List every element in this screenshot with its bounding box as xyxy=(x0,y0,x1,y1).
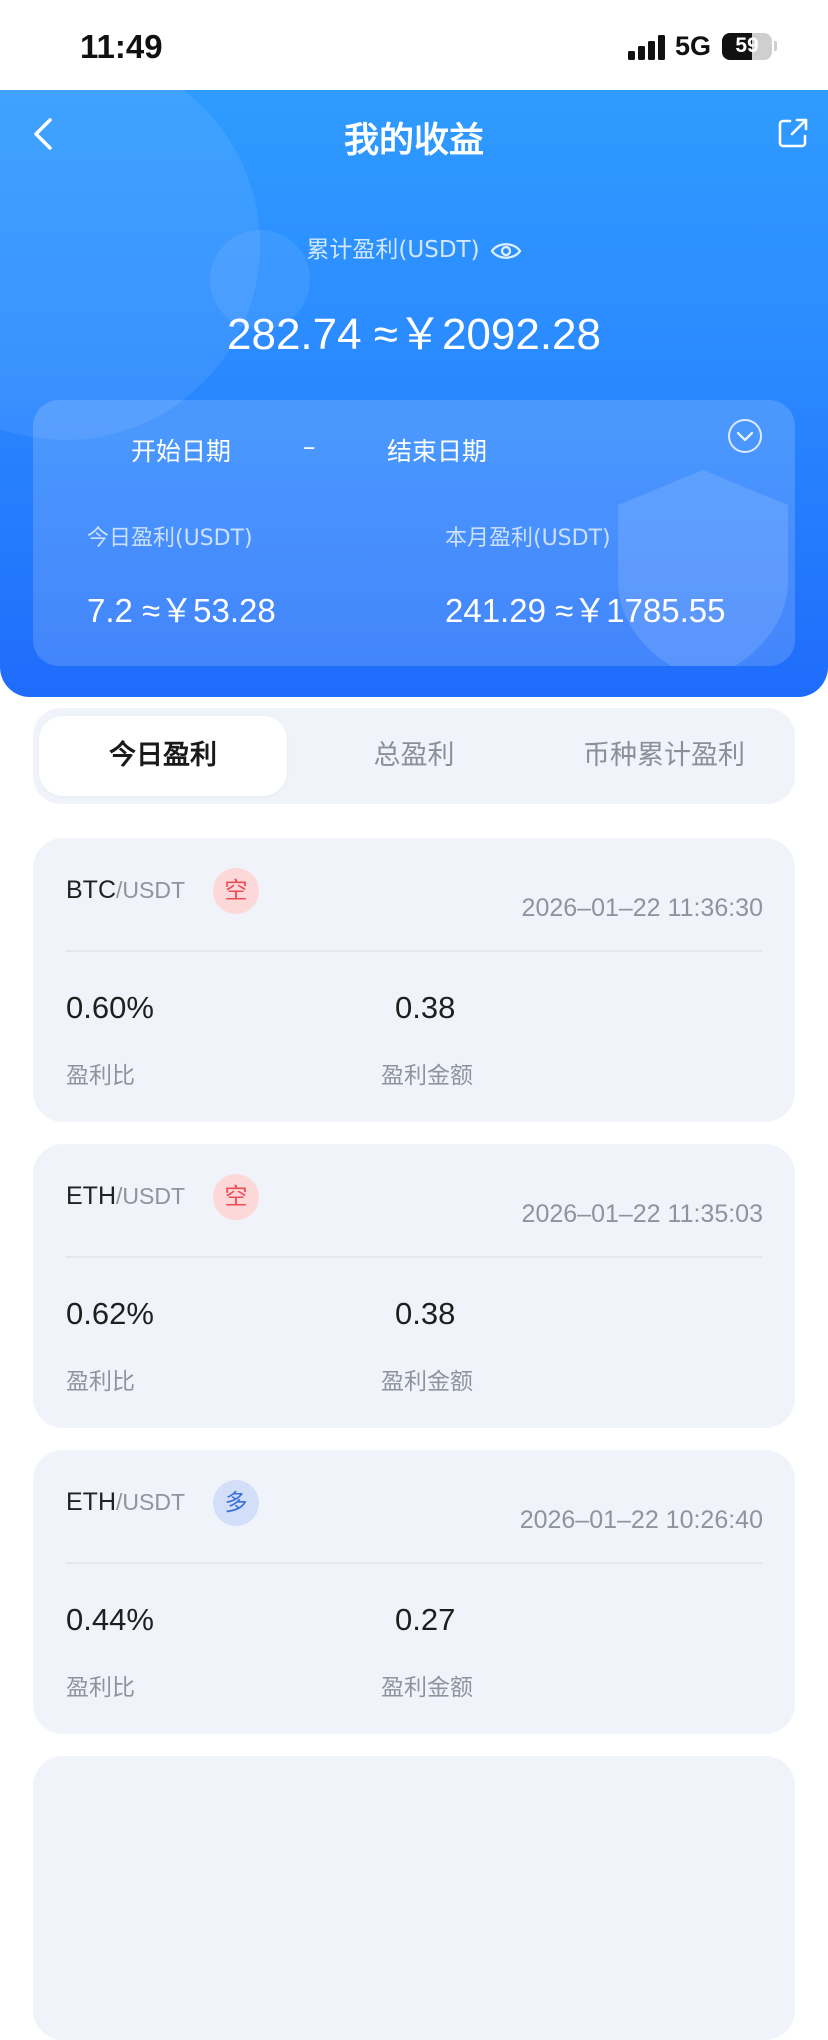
profit-amount: 0.38 xyxy=(395,990,456,1025)
profit-amount-label: 盈利金额 xyxy=(381,1369,473,1395)
date-separator: – xyxy=(303,432,316,461)
profit-ratio: 0.44% xyxy=(66,1602,154,1637)
battery-level: 59 xyxy=(735,34,759,57)
profit-ratio: 0.60% xyxy=(66,990,154,1025)
pair-base: ETH xyxy=(66,1182,116,1210)
side-badge: 多 xyxy=(213,1480,259,1526)
trading-pair: ETH/USDT xyxy=(66,1488,185,1517)
record-time: 2026–01–22 11:35:03 xyxy=(521,1200,763,1228)
total-profit-label: 累计盈利(USDT) xyxy=(0,230,828,264)
profit-record-card[interactable]: ETH/USDT 多 2026–01–22 10:26:40 0.44% 盈利比… xyxy=(33,1450,795,1734)
signal-icon xyxy=(628,34,666,60)
date-range-selector[interactable]: 开始日期 – 结束日期 xyxy=(33,432,795,472)
month-profit-value: 241.29 ≈￥1785.55 xyxy=(445,592,726,629)
start-date[interactable]: 开始日期 xyxy=(131,432,231,468)
summary-card: 开始日期 – 结束日期 今日盈利(USDT) 7.2 ≈￥53.28 本月盈利(… xyxy=(33,400,795,666)
shield-watermark-icon xyxy=(618,470,788,666)
trading-pair: BTC/USDT xyxy=(66,876,185,905)
side-badge: 空 xyxy=(213,868,259,914)
tab-today-profit[interactable]: 今日盈利 xyxy=(39,716,287,796)
profit-record-card[interactable] xyxy=(33,1756,795,2040)
end-date[interactable]: 结束日期 xyxy=(387,432,487,468)
trading-pair: ETH/USDT xyxy=(66,1182,185,1211)
earnings-header: 我的收益 累计盈利(USDT) 282.74 ≈￥2092.28 开始日期 – … xyxy=(0,90,828,697)
eye-icon[interactable] xyxy=(490,241,522,261)
profit-record-card[interactable]: ETH/USDT 空 2026–01–22 11:35:03 0.62% 盈利比… xyxy=(33,1144,795,1428)
profit-record-card[interactable]: BTC/USDT 空 2026–01–22 11:36:30 0.60% 盈利比… xyxy=(33,838,795,1122)
pair-quote: /USDT xyxy=(116,877,185,903)
total-profit-value: 282.74 ≈￥2092.28 xyxy=(227,310,601,359)
share-icon[interactable] xyxy=(776,116,810,150)
divider xyxy=(66,1256,762,1258)
network-label: 5G xyxy=(675,31,712,61)
pair-base: ETH xyxy=(66,1488,116,1516)
pair-quote: /USDT xyxy=(116,1183,185,1209)
pair-base: BTC xyxy=(66,876,116,904)
profit-amount-label: 盈利金额 xyxy=(381,1675,473,1701)
battery-nub xyxy=(774,41,777,51)
profit-ratio-label: 盈利比 xyxy=(66,1369,135,1395)
pair-quote: /USDT xyxy=(116,1489,185,1515)
side-badge: 空 xyxy=(213,1174,259,1220)
total-profit-label-text: 累计盈利(USDT) xyxy=(306,237,480,263)
battery-icon: 59 xyxy=(722,33,772,60)
record-time: 2026–01–22 10:26:40 xyxy=(519,1506,763,1534)
status-bar: 11:49 5G 59 xyxy=(0,0,828,92)
profit-amount: 0.38 xyxy=(395,1296,456,1331)
tab-coin-cumulative-profit[interactable]: 币种累计盈利 xyxy=(539,716,789,796)
profit-tabs: 今日盈利 总盈利 币种累计盈利 xyxy=(33,708,795,804)
tab-total-profit[interactable]: 总盈利 xyxy=(293,716,535,796)
today-profit-label: 今日盈利(USDT) xyxy=(87,526,253,551)
chevron-down-circle-icon[interactable] xyxy=(727,418,763,454)
profit-amount: 0.27 xyxy=(395,1602,456,1637)
record-time: 2026–01–22 11:36:30 xyxy=(521,894,763,922)
page-title: 我的收益 xyxy=(343,121,484,161)
profit-ratio: 0.62% xyxy=(66,1296,154,1331)
profit-ratio-label: 盈利比 xyxy=(66,1063,135,1089)
divider xyxy=(66,950,762,952)
profit-amount-label: 盈利金额 xyxy=(381,1063,473,1089)
month-profit-label: 本月盈利(USDT) xyxy=(445,526,611,551)
status-time: 11:49 xyxy=(80,28,163,65)
divider xyxy=(66,1562,762,1564)
today-profit-value: 7.2 ≈￥53.28 xyxy=(87,592,276,629)
profit-ratio-label: 盈利比 xyxy=(66,1675,135,1701)
